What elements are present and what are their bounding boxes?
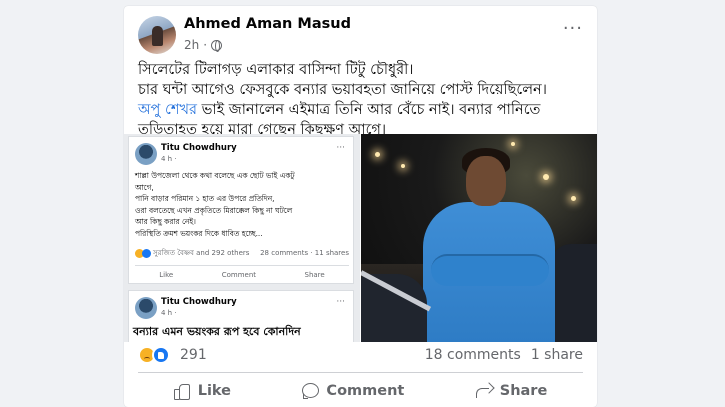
post-media[interactable]: Titu Chowdhury 4 h · ··· শাল্লা উপজেলা থ… (124, 134, 597, 342)
post-time[interactable]: 2h (184, 38, 199, 52)
embedded-time: 4 h · (161, 309, 177, 317)
embedded-line: পরিস্থিতি ক্রমশ ভয়ংকর দিকে ধাবিত হচ্ছে.… (135, 228, 263, 238)
comment-icon (302, 383, 320, 399)
shares-count[interactable]: 1 share (531, 347, 583, 363)
post-actions: Like Comment Share (138, 376, 583, 406)
like-button[interactable]: Like (156, 379, 249, 403)
post-options-button[interactable]: ··· (563, 18, 583, 39)
embedded-actions: Like Comment Share (135, 265, 349, 279)
embedded-comment: Comment (221, 271, 257, 279)
comment-button[interactable]: Comment (284, 379, 422, 403)
embedded-avatar (135, 297, 157, 319)
screenshot-image[interactable]: Titu Chowdhury 4 h · ··· শাল্লা উপজেলা থ… (124, 134, 360, 342)
embedded-more-icon: ··· (336, 297, 345, 307)
post-text-fragment: ভাই জানালেন এইমাত্র তিনি আর বেঁচে নাই। ব… (196, 102, 541, 118)
post-header: Ahmed Aman Masud 2h · ··· (138, 14, 583, 54)
embedded-body: বন্যার এমন ভয়ংকর রূপ হবে কোনদিন (133, 325, 301, 338)
embedded-line: আর কিছু করার নেই। (135, 217, 196, 226)
embedded-avatar (135, 143, 157, 165)
author-name[interactable]: Ahmed Aman Masud (184, 16, 351, 32)
embedded-body: শাল্লা উপজেলা থেকে কথা বলেছে এক ছোট ভাই … (135, 170, 349, 239)
embedded-author: Titu Chowdhury (161, 143, 237, 153)
share-button[interactable]: Share (458, 379, 566, 403)
embedded-more-icon: ··· (336, 143, 345, 153)
embedded-time: 4 h · (161, 155, 177, 163)
like-icon (173, 383, 190, 400)
embedded-counts: 28 comments · 11 shares (260, 249, 349, 257)
share-icon (475, 383, 492, 399)
embedded-line: শাল্লা উপজেলা থেকে কথা বলেছে এক ছোট ভাই … (135, 171, 295, 180)
reaction-icons[interactable] (138, 346, 170, 364)
share-label: Share (499, 383, 548, 399)
embedded-reactors: সুরজিত বৈষ্ণব and 292 others (153, 249, 250, 257)
comment-label: Comment (326, 383, 405, 399)
like-label: Like (197, 383, 232, 399)
embedded-author: Titu Chowdhury (161, 297, 237, 307)
person-photo[interactable] (361, 134, 597, 342)
reaction-count[interactable]: 291 (180, 347, 207, 363)
tagged-person-link[interactable]: অপু শেখর (138, 102, 197, 118)
post-text: সিলেটের টিলাগড় এলাকার বাসিন্দা টিটু চৌধ… (138, 60, 588, 140)
embedded-like: Like (159, 271, 174, 279)
embedded-line: ওরা বলতেছে এখন প্রকৃতিতে মিরাক্কেল কিছু … (135, 205, 293, 215)
embedded-post: Titu Chowdhury 4 h · ··· শাল্লা উপজেলা থ… (128, 136, 354, 284)
post-card: Ahmed Aman Masud 2h · ··· সিলেটের টিলাগড… (124, 6, 597, 407)
author-avatar[interactable] (138, 16, 176, 54)
embedded-line: পানি বাড়ার পরিমান ১ হাত এর উপরে প্রতিদি… (135, 194, 275, 203)
embedded-line: আগে, (135, 182, 154, 192)
post-stats: 291 18 comments 1 share (138, 344, 583, 366)
embedded-post-second: Titu Chowdhury 4 h · ··· বন্যার এমন ভয়ং… (128, 290, 354, 342)
comments-count[interactable]: 18 comments (425, 347, 521, 363)
meta-separator: · (203, 38, 208, 52)
globe-icon (211, 39, 223, 52)
post-text-line: সিলেটের টিলাগড় এলাকার বাসিন্দা টিটু চৌধ… (138, 62, 414, 78)
like-reaction-icon (142, 248, 151, 258)
post-text-line: চার ঘন্টা আগেও ফেসবুকে বন্যার ভয়াবহতা জ… (138, 82, 547, 98)
divider (138, 372, 583, 373)
embedded-share: Share (304, 271, 325, 279)
embedded-reactions: সুরজিত বৈষ্ণব and 292 others 28 comments… (135, 247, 349, 259)
post-meta: 2h · (184, 38, 223, 52)
post-text-line: অপু শেখর ভাই জানালেন এইমাত্র তিনি আর বেঁ… (138, 100, 588, 120)
like-reaction-icon (152, 346, 170, 364)
